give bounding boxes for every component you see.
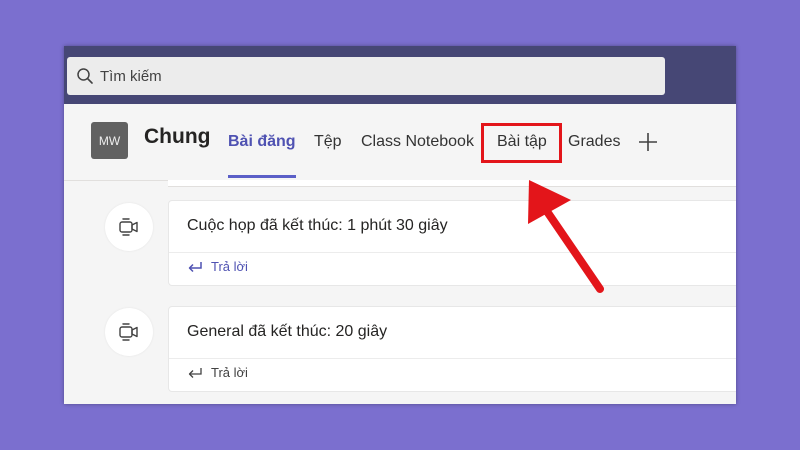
reply-button[interactable]: Trả lời [187,365,248,380]
reply-arrow-icon [188,367,202,378]
channel-name: Chung [144,125,211,148]
search-input[interactable]: Tìm kiếm [100,68,162,85]
tab-highlight-box [481,123,562,163]
meeting-avatar-1 [105,203,153,251]
meeting-avatar-2 [105,308,153,356]
active-tab-indicator [228,175,296,178]
tab-files[interactable]: Tệp [314,133,342,151]
tab-posts[interactable]: Bài đăng [228,133,296,151]
video-meeting-icon [119,323,138,341]
post-card: General đã kết thúc: 20 giây Trả lời [168,306,736,392]
tab-grades[interactable]: Grades [568,133,620,151]
previous-post-edge [168,180,736,187]
video-meeting-icon [119,218,138,236]
reply-label: Trả lời [211,365,248,380]
search-icon [77,68,93,84]
card-divider [169,252,736,253]
plus-icon[interactable] [638,132,658,152]
reply-arrow-icon [188,261,202,272]
card-divider [169,358,736,359]
post-title: General đã kết thúc: 20 giây [187,323,388,340]
tab-class-notebook[interactable]: Class Notebook [361,133,474,151]
teams-window: Tìm kiếm MW Chung Bài đăng Tệp Class Not… [64,46,736,404]
team-avatar[interactable]: MW [91,122,128,159]
post-card: Cuộc họp đã kết thúc: 1 phút 30 giây Trả… [168,200,736,286]
reply-button[interactable]: Trả lời [187,259,248,274]
reply-label: Trả lời [211,259,248,274]
post-title: Cuộc họp đã kết thúc: 1 phút 30 giây [187,217,448,234]
channel-header: MW Chung Bài đăng Tệp Class Notebook Bài… [64,104,736,181]
search-box[interactable]: Tìm kiếm [67,57,665,95]
top-bar: Tìm kiếm [64,46,736,104]
